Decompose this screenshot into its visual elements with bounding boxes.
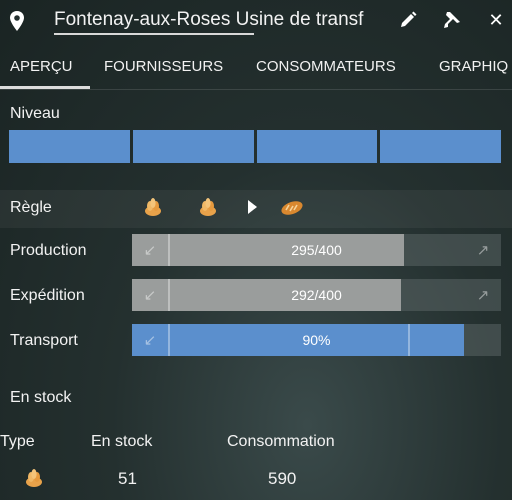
table-row	[0, 460, 512, 496]
consumption-value: 590	[268, 469, 297, 488]
tab-graphiques[interactable]: GRAPHIQ	[439, 58, 508, 75]
regle-label: Règle	[10, 199, 52, 216]
title-underline	[54, 33, 254, 35]
niveau-segment[interactable]	[9, 130, 130, 163]
bread-icon[interactable]	[280, 198, 304, 216]
grain-icon[interactable]	[143, 197, 163, 217]
play-arrow-icon	[248, 200, 257, 214]
production-label: Production	[10, 242, 87, 259]
grain-icon	[26, 469, 42, 487]
tab-consommateurs[interactable]: CONSOMMATEURS	[256, 58, 396, 75]
column-header-type: Type	[0, 433, 35, 450]
niveau-segment[interactable]	[380, 130, 501, 163]
window-title[interactable]: Fontenay-aux-Roses Usine de transf	[54, 9, 389, 31]
edit-pencil-icon[interactable]	[398, 10, 418, 30]
column-header-stock: En stock	[91, 433, 153, 450]
column-header-consumption: Consommation	[227, 433, 335, 450]
close-icon[interactable]: ✕	[486, 10, 506, 30]
tab-apercu[interactable]: APERÇU	[10, 58, 73, 75]
niveau-segment[interactable]	[133, 130, 254, 163]
production-bar[interactable]: ↙ ↗ 295/400	[132, 234, 501, 266]
expedition-label: Expédition	[10, 287, 85, 304]
map-pin-icon	[10, 11, 24, 31]
production-value: 295/400	[291, 242, 342, 258]
stock-value: 51	[118, 469, 137, 488]
tab-fournisseurs[interactable]: FOURNISSEURS	[104, 58, 223, 75]
pin-icon[interactable]	[442, 10, 462, 30]
transport-bar[interactable]: ↙ 90%	[132, 324, 501, 356]
window-header: Fontenay-aux-Roses Usine de transf ✕	[0, 0, 512, 42]
niveau-segment[interactable]	[257, 130, 377, 163]
stock-section-title: En stock	[10, 389, 72, 406]
grain-icon[interactable]	[198, 197, 218, 217]
tabs-divider	[0, 89, 512, 90]
transport-label: Transport	[10, 332, 78, 349]
expedition-bar[interactable]: ↙ ↗ 292/400	[132, 279, 501, 311]
transport-value: 90%	[302, 332, 331, 348]
expedition-value: 292/400	[291, 287, 342, 303]
niveau-label: Niveau	[10, 105, 60, 122]
